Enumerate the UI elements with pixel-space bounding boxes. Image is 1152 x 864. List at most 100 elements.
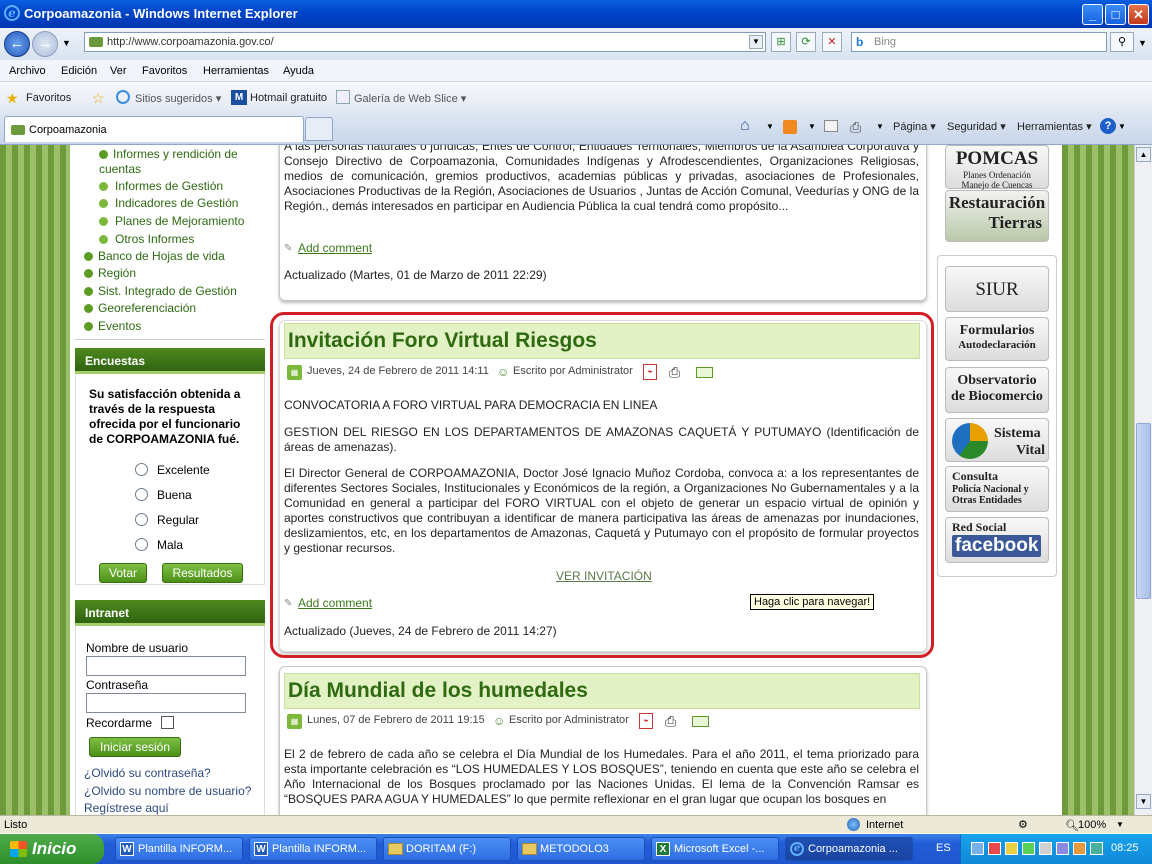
next-article-title[interactable]: Día Mundial de los humedales: [284, 673, 920, 709]
search-input[interactable]: b Bing: [851, 32, 1107, 52]
scroll-down-icon[interactable]: ▼: [1136, 794, 1151, 809]
maximize-button[interactable]: □: [1105, 4, 1126, 25]
sidebar-link-otros[interactable]: Otros Informes: [99, 232, 194, 246]
hotmail-link[interactable]: Hotmail gratuito: [250, 92, 327, 104]
tab-corpoamazonia[interactable]: Corpoamazonia: [4, 116, 304, 142]
poll-radio-buena[interactable]: [135, 488, 148, 501]
sidebar-link-informes-gestion[interactable]: Informes de Gestión: [99, 179, 223, 193]
observatorio-banner[interactable]: Observatorio de Biocomercio: [945, 367, 1049, 413]
vote-button[interactable]: Votar: [99, 563, 147, 583]
main-add-comment-link[interactable]: Add comment: [298, 596, 372, 610]
address-input[interactable]: http://www.corpoamazonia.gov.co/ ▼: [84, 32, 766, 52]
tray-security-icon[interactable]: [988, 842, 1001, 855]
rss-feed-icon[interactable]: [783, 120, 797, 134]
protected-mode-icon[interactable]: ⚙: [1018, 818, 1028, 831]
scroll-up-icon[interactable]: ▲: [1136, 147, 1151, 162]
search-options-icon[interactable]: ▼: [1138, 38, 1147, 48]
forgot-username-link[interactable]: ¿Olvido su nombre de usuario?: [84, 784, 251, 798]
username-input[interactable]: [86, 656, 246, 676]
siur-banner[interactable]: SIUR: [945, 266, 1049, 312]
poll-radio-regular[interactable]: [135, 513, 148, 526]
consulta-banner[interactable]: Consulta Policía Nacional y Otras Entida…: [945, 466, 1049, 512]
tray-shield-icon[interactable]: [1005, 842, 1018, 855]
email-article-icon[interactable]: [692, 716, 709, 727]
taskbar-item-word-1[interactable]: W Plantilla INFORM...: [115, 837, 243, 861]
pdf-icon[interactable]: ⌁: [643, 364, 657, 380]
print-dropdown-icon[interactable]: ▼: [876, 122, 884, 131]
sidebar-link-georeferenciacion[interactable]: Georeferenciación: [84, 301, 196, 315]
refresh-icon[interactable]: ⟳: [796, 32, 816, 52]
search-icon[interactable]: ⚲: [1110, 32, 1134, 52]
prev-add-comment-link[interactable]: Add comment: [298, 241, 372, 255]
password-input[interactable]: [86, 693, 246, 713]
menu-edicion[interactable]: Edición: [61, 65, 97, 77]
language-indicator[interactable]: ES: [936, 842, 951, 854]
feed-dropdown-icon[interactable]: ▼: [808, 122, 816, 131]
help-icon[interactable]: ?: [1100, 118, 1116, 134]
results-button[interactable]: Resultados: [162, 563, 243, 583]
print-icon[interactable]: ⎙: [850, 119, 861, 136]
window-title-bar[interactable]: e Corpoamazonia - Windows Internet Explo…: [0, 0, 1152, 28]
sidebar-link-cuentas[interactable]: cuentas: [99, 162, 141, 176]
clock[interactable]: 08:25: [1111, 842, 1139, 854]
poll-radio-excelente[interactable]: [135, 463, 148, 476]
start-button[interactable]: Inicio: [0, 834, 104, 864]
tray-update-icon[interactable]: [1022, 842, 1035, 855]
history-dropdown-icon[interactable]: ▼: [62, 38, 71, 48]
compatibility-view-icon[interactable]: ⊞: [771, 32, 791, 52]
taskbar-item-ie[interactable]: e Corpoamazonia ...: [785, 837, 913, 861]
remember-checkbox[interactable]: [161, 716, 174, 729]
pdf-icon[interactable]: ⌁: [639, 713, 653, 729]
webslice-gallery-link[interactable]: Galería de Web Slice ▾: [354, 92, 466, 105]
tray-sync-icon[interactable]: [1090, 842, 1103, 855]
back-button[interactable]: ←: [4, 31, 30, 57]
print-article-icon[interactable]: ⎙: [669, 364, 680, 381]
sidebar-link-indicadores[interactable]: Indicadores de Gestión: [99, 196, 238, 210]
home-icon[interactable]: ⌂: [740, 117, 750, 135]
restauracion-banner[interactable]: Restauración Tierras: [945, 190, 1049, 242]
zoom-dropdown-icon[interactable]: ▼: [1116, 820, 1124, 829]
tray-network-icon[interactable]: [971, 842, 984, 855]
sidebar-link-sig[interactable]: Sist. Integrado de Gestión: [84, 284, 237, 298]
pomcas-banner[interactable]: POMCAS Planes Ordenación Manejo de Cuenc…: [945, 145, 1049, 190]
sistema-vital-banner[interactable]: Sistema Vital: [945, 418, 1049, 462]
stop-icon[interactable]: ✕: [822, 32, 842, 52]
zoom-level[interactable]: 100%: [1078, 819, 1106, 831]
forgot-password-link[interactable]: ¿Olvidó su contraseña?: [84, 766, 211, 780]
favorites-button[interactable]: Favoritos: [26, 92, 71, 104]
tray-app-icon[interactable]: [1056, 842, 1069, 855]
menu-herramientas[interactable]: Herramientas: [203, 65, 269, 77]
address-dropdown-icon[interactable]: ▼: [749, 35, 763, 49]
vertical-scrollbar[interactable]: ▲ ▼: [1134, 145, 1152, 815]
print-article-icon[interactable]: ⎙: [665, 713, 676, 730]
new-tab-button[interactable]: [305, 117, 333, 141]
help-dropdown-icon[interactable]: ▼: [1118, 122, 1126, 131]
formularios-banner[interactable]: Formularios Autodeclaración: [945, 317, 1049, 361]
view-invitation-link[interactable]: VER INVITACIÓN: [556, 569, 652, 583]
sidebar-link-eventos[interactable]: Eventos: [84, 319, 141, 333]
taskbar-item-excel[interactable]: X Microsoft Excel -...: [651, 837, 779, 861]
main-article-title[interactable]: Invitación Foro Virtual Riesgos: [284, 323, 920, 359]
taskbar-item-folder[interactable]: METODOLO3: [517, 837, 645, 861]
suggested-sites-link[interactable]: Sitios sugeridos ▾: [135, 92, 221, 105]
page-menu[interactable]: Página ▾: [893, 120, 936, 133]
taskbar-item-word-2[interactable]: W Plantilla INFORM...: [249, 837, 377, 861]
menu-ayuda[interactable]: Ayuda: [283, 65, 314, 77]
sidebar-link-planes[interactable]: Planes de Mejoramiento: [99, 214, 244, 228]
login-button[interactable]: Iniciar sesión: [89, 737, 181, 757]
facebook-banner[interactable]: Red Social facebook: [945, 517, 1049, 563]
menu-favoritos[interactable]: Favoritos: [142, 65, 187, 77]
home-dropdown-icon[interactable]: ▼: [766, 122, 774, 131]
security-menu[interactable]: Seguridad ▾: [947, 120, 1006, 133]
minimize-button[interactable]: _: [1082, 4, 1103, 25]
menu-archivo[interactable]: Archivo: [9, 65, 46, 77]
poll-radio-mala[interactable]: [135, 538, 148, 551]
email-article-icon[interactable]: [696, 367, 713, 378]
menu-ver[interactable]: Ver: [110, 65, 127, 77]
taskbar-item-drive[interactable]: DORITAM (F:): [383, 837, 511, 861]
register-link[interactable]: Regístrese aquí: [84, 801, 169, 815]
add-favorite-icon[interactable]: ☆: [92, 90, 105, 107]
sidebar-link-region[interactable]: Región: [84, 266, 136, 280]
tray-alert-icon[interactable]: [1073, 842, 1086, 855]
close-button[interactable]: ✕: [1128, 4, 1149, 25]
